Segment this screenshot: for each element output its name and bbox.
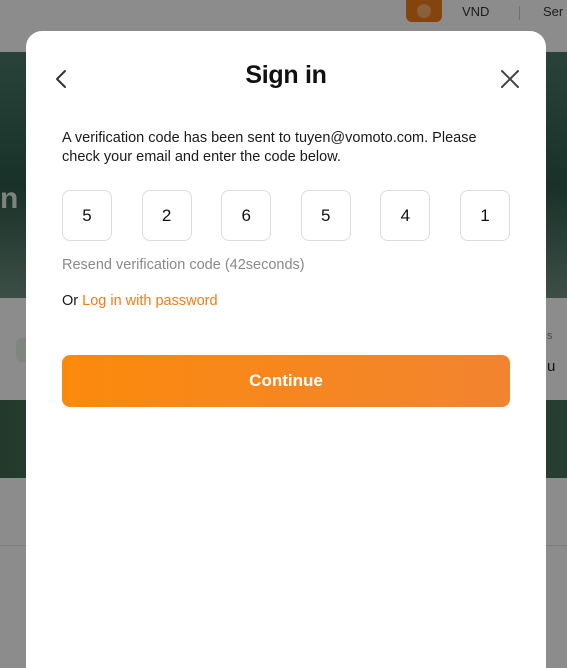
code-digit-5[interactable]: 4 bbox=[380, 190, 431, 241]
resend-code-link[interactable]: Resend verification code (42seconds) bbox=[62, 257, 305, 273]
modal-title: Sign in bbox=[245, 61, 327, 89]
code-digit-3[interactable]: 6 bbox=[221, 190, 272, 241]
modal-header: Sign in bbox=[26, 31, 546, 129]
verification-code-inputs: 5 2 6 5 4 1 bbox=[62, 190, 510, 243]
code-digit-1[interactable]: 5 bbox=[62, 190, 112, 241]
code-digit-2[interactable]: 2 bbox=[141, 190, 192, 241]
continue-button[interactable]: Continue bbox=[62, 355, 510, 407]
close-icon bbox=[501, 70, 519, 88]
code-digit-6[interactable]: 1 bbox=[459, 190, 510, 241]
verification-message: A verification code has been sent to tuy… bbox=[62, 130, 477, 165]
close-button[interactable] bbox=[496, 65, 524, 93]
alternative-login: Or Log in with password bbox=[62, 293, 218, 309]
login-with-password-link[interactable]: Log in with password bbox=[82, 293, 217, 309]
code-digit-4[interactable]: 5 bbox=[300, 190, 351, 241]
sign-in-modal: Sign in A verification code has been sen… bbox=[26, 31, 546, 668]
alt-login-prefix: Or bbox=[62, 293, 83, 309]
